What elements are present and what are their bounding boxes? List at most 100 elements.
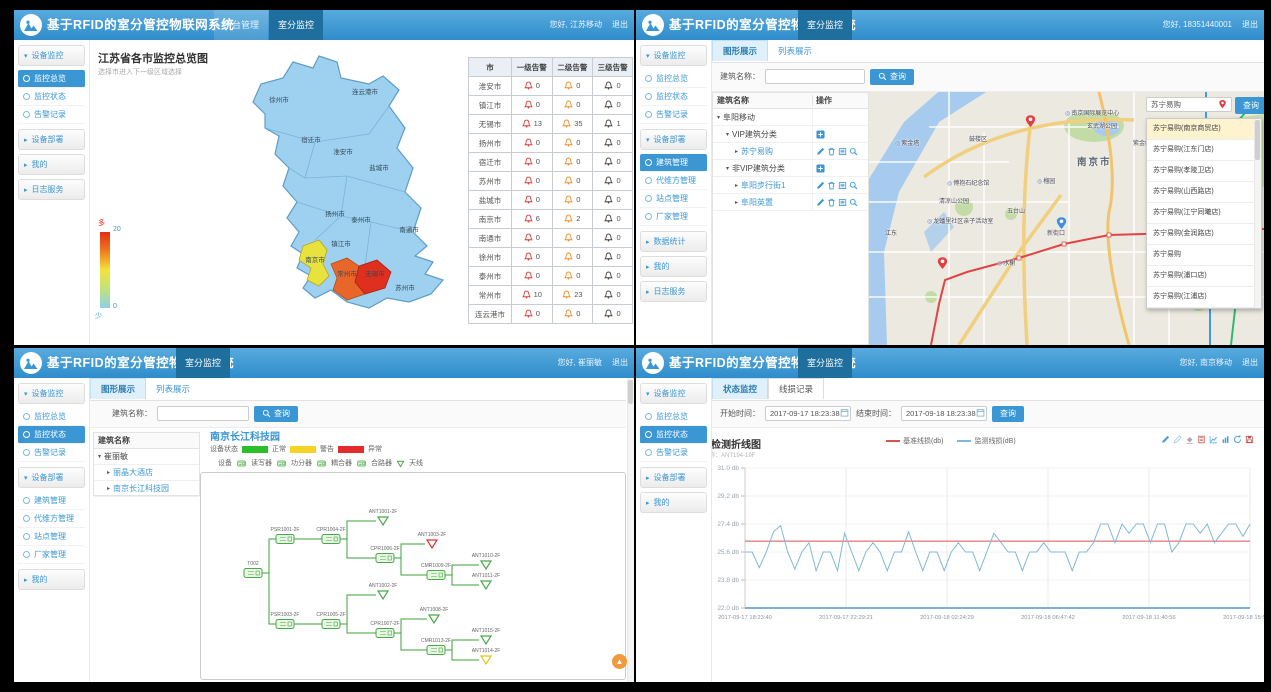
city-label-盐城市[interactable]: 盐城市 [369,163,389,172]
alarm-row-南京市[interactable]: 南京市620 [469,210,633,229]
alarm-row-苏州市[interactable]: 苏州市000 [469,172,633,191]
tree-row-丽晶大酒店[interactable]: ▸丽晶大酒店 [94,465,199,481]
alarm-row-扬州市[interactable]: 扬州市000 [469,134,633,153]
nav-item-室分监控[interactable]: 室分监控 [176,348,230,378]
map-pin-icon[interactable] [1024,114,1039,129]
city-label-扬州市[interactable]: 扬州市 [325,209,345,218]
tab-图形展示[interactable]: 图形展示 [712,40,768,61]
end-time-input[interactable]: 2017-09-18 18:23:38 [901,406,987,421]
sidebar-group-设备监控[interactable]: ▾设备监控 [640,383,707,404]
edit-icon[interactable] [816,198,825,207]
city-label-宿迁市[interactable]: 宿迁市 [301,135,321,144]
alarm-row-泰州市[interactable]: 泰州市000 [469,267,633,286]
logout-link[interactable]: 退出 [1242,358,1258,367]
sidebar-item-代维方管理[interactable]: 代维方管理 [640,172,707,190]
sidebar-group-设备部署[interactable]: ▸设备部署 [18,129,85,150]
calendar-icon[interactable] [840,408,849,419]
city-map[interactable]: ◎南京国际展览中心玄武湖公园鼓楼区◎紫金塔紫金山南京市◎傅抱石纪念馆◎榴园清凉山… [869,92,1264,345]
alarm-row-南通市[interactable]: 南通市000 [469,229,633,248]
toolbox-linechart-icon[interactable] [1209,435,1218,444]
tab-列表展示[interactable]: 列表展示 [146,379,200,399]
edit-icon[interactable] [816,181,825,190]
store-item-苏宁易购(金润路店)[interactable]: 苏宁易购(金润路店) [1147,224,1261,245]
store-item-苏宁易购(江东门店)[interactable]: 苏宁易购(江东门店) [1147,140,1261,161]
city-label-镇江市[interactable]: 镇江市 [331,239,351,248]
sidebar-item-监控状态[interactable]: 监控状态 [18,88,85,106]
store-item-苏宁易购(江宁同曦店)[interactable]: 苏宁易购(江宁同曦店) [1147,203,1261,224]
toolbox-eraser-icon[interactable] [1185,435,1194,444]
tree-node-label[interactable]: 南京长江科技园 [113,483,169,494]
sidebar-item-监控总览[interactable]: 监控总览 [640,70,707,88]
toolbox-dataview-icon[interactable] [1197,435,1206,444]
del-icon[interactable] [827,147,836,156]
sidebar-item-监控状态[interactable]: 监控状态 [18,426,85,444]
toolbox-barchart-icon[interactable] [1221,435,1230,444]
sidebar-group-设备监控[interactable]: ▾设备监控 [640,45,707,66]
tree-row-南京长江科技园[interactable]: ▸南京长江科技园 [94,481,199,497]
tab-线损记录[interactable]: 线损记录 [768,378,824,399]
sidebar-item-监控状态[interactable]: 监控状态 [640,426,707,444]
sidebar-group-我的[interactable]: ▸我的 [18,569,85,590]
start-time-input[interactable]: 2017-09-17 18:23:38 [765,406,851,421]
city-label-徐州市[interactable]: 徐州市 [269,95,289,104]
scroll-thumb[interactable] [1255,120,1260,160]
tab-列表展示[interactable]: 列表展示 [768,41,822,61]
scrollbar[interactable] [1254,119,1261,308]
logout-link[interactable]: 退出 [1242,20,1258,29]
toolbox-refresh-icon[interactable] [1233,435,1242,444]
alarm-row-宿迁市[interactable]: 宿迁市000 [469,153,633,172]
toolbox-save-icon[interactable] [1245,435,1254,444]
map-search-input[interactable]: 苏宁易购 [1146,97,1232,112]
sidebar-group-数据统计[interactable]: ▸数据统计 [640,231,707,252]
scroll-top-fab[interactable]: ▲ [612,654,627,669]
logout-link[interactable]: 退出 [612,20,628,29]
tree-row-崔丽敏[interactable]: ▾崔丽敏 [94,449,199,465]
topology-node-CPR1007-2F[interactable]: CPR1007-2F [370,621,399,638]
list-icon[interactable] [838,181,847,190]
query-button[interactable]: 查询 [992,406,1024,422]
sidebar-item-代维方管理[interactable]: 代维方管理 [18,510,85,528]
sidebar-group-设备部署[interactable]: ▾设备部署 [640,129,707,150]
sidebar-group-我的[interactable]: ▸我的 [640,256,707,277]
sidebar-item-监控总览[interactable]: 监控总览 [18,70,85,88]
alarm-row-镇江市[interactable]: 镇江市000 [469,96,633,115]
city-label-淮安市[interactable]: 淮安市 [333,147,353,156]
topology-node-T002[interactable]: T002 [244,561,262,578]
topology-node-CMR1013-2F[interactable]: CMR1013-2F [421,638,451,655]
list-icon[interactable] [838,198,847,207]
sidebar-group-日志服务[interactable]: ▸日志服务 [18,179,85,200]
sidebar-group-设备部署[interactable]: ▾设备部署 [18,467,85,488]
line-chart[interactable]: 31.0 db29.2 db27.4 db25.6 db23.8 db22.0 … [636,456,1264,636]
city-label-常州市[interactable]: 常州市 [337,269,357,278]
building-name-input[interactable] [765,69,865,84]
sidebar-group-设备监控[interactable]: ▾设备监控 [18,383,85,404]
topology-node-ANT1015-2F[interactable]: ANT1015-2F [472,628,501,644]
map-pin-icon[interactable] [1055,216,1070,231]
sidebar-item-告警记录[interactable]: 告警记录 [640,444,707,462]
search-button[interactable]: 查询 [254,406,298,422]
tree-row-苏宁易购[interactable]: ▸苏宁易购 [713,143,868,160]
topology-node-CPR1004-2F[interactable]: CPR1004-2F [316,527,345,544]
search-button[interactable]: 查询 [870,69,914,85]
tree-row-非VIP建筑分类[interactable]: ▾非VIP建筑分类 [713,160,868,177]
tab-图形展示[interactable]: 图形展示 [90,378,146,399]
topology-node-ANT1010-2F[interactable]: ANT1010-2F [472,553,501,569]
sidebar-group-设备监控[interactable]: ▾设备监控 [18,45,85,66]
search-icon[interactable] [849,147,858,156]
topology-node-CPR1005-2F[interactable]: CPR1005-2F [316,612,345,629]
sidebar-group-日志服务[interactable]: ▸日志服务 [640,281,707,302]
store-item-苏宁易购(山西路店)[interactable]: 苏宁易购(山西路店) [1147,182,1261,203]
city-label-苏州市[interactable]: 苏州市 [395,283,415,292]
sidebar-group-我的[interactable]: ▸我的 [18,154,85,175]
search-icon[interactable] [849,181,858,190]
tree-node-label[interactable]: 阜阳步行街1 [741,180,785,191]
del-icon[interactable] [827,181,836,190]
alarm-row-徐州市[interactable]: 徐州市000 [469,248,633,267]
toolbox-mark-icon[interactable] [1161,435,1170,444]
search-icon[interactable] [849,198,858,207]
sidebar-item-告警记录[interactable]: 告警记录 [18,444,85,462]
tree-row-阜阳移动[interactable]: ▾阜阳移动 [713,109,868,126]
toolbox-unmark-icon[interactable] [1173,435,1182,444]
sidebar-item-建筑管理[interactable]: 建筑管理 [18,492,85,510]
calendar-icon[interactable] [976,408,985,419]
